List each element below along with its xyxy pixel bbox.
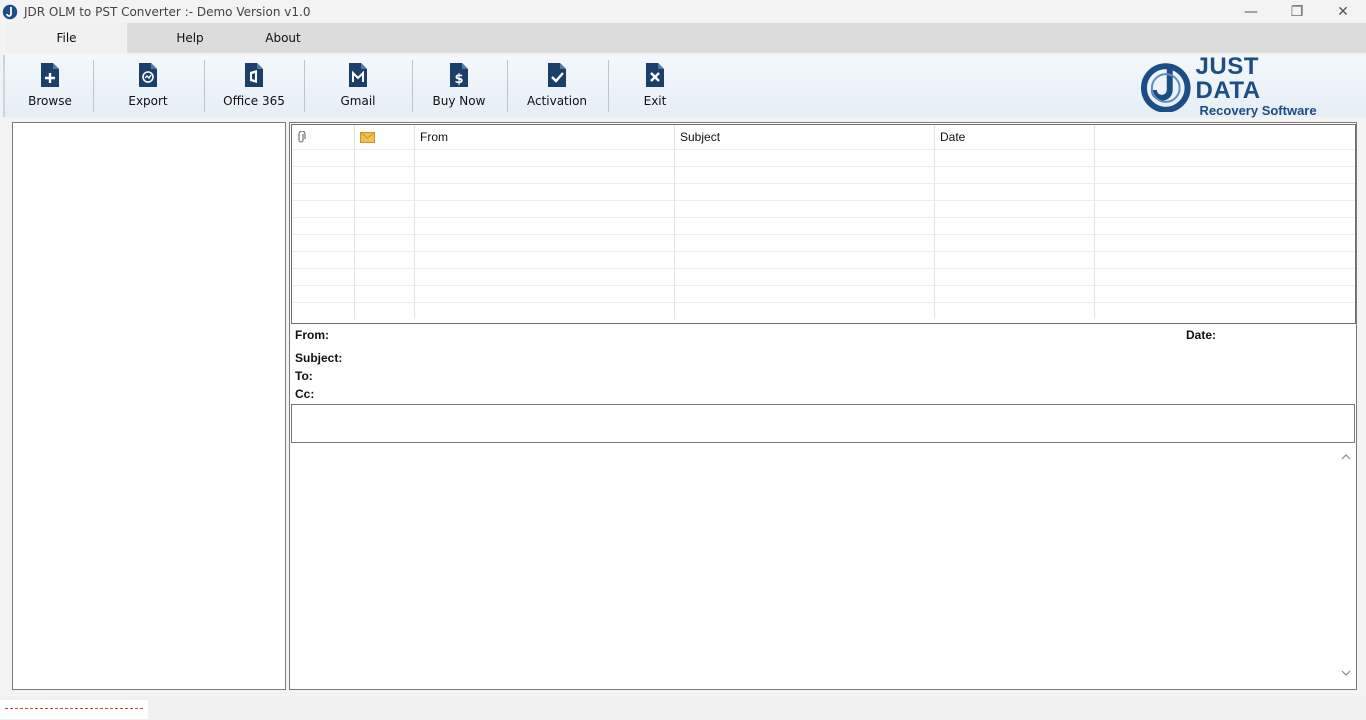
toolbar-separator — [412, 60, 413, 112]
file-export-icon — [139, 63, 157, 87]
company-logo: JUST DATA Recovery Software — [1140, 54, 1330, 118]
table-row[interactable] — [292, 149, 1355, 166]
minimize-button[interactable]: — — [1228, 0, 1274, 23]
buy-now-button[interactable]: $ Buy Now — [429, 55, 489, 117]
message-body-scrollbar[interactable] — [1338, 449, 1354, 681]
column-attachment[interactable] — [292, 125, 355, 149]
column-extra — [1095, 125, 1355, 149]
logo-title: JUST DATA — [1195, 52, 1261, 104]
grid-header: From Subject Date — [292, 125, 1355, 149]
table-row[interactable] — [292, 166, 1355, 183]
close-icon — [646, 63, 664, 87]
check-icon — [548, 63, 566, 87]
attachments-box[interactable] — [291, 404, 1355, 443]
table-row[interactable] — [292, 234, 1355, 251]
folder-tree-panel[interactable] — [12, 122, 286, 690]
gmail-button[interactable]: Gmail — [331, 55, 385, 117]
toolbar-separator — [93, 60, 94, 112]
scroll-down-icon[interactable] — [1338, 665, 1354, 681]
window-controls: — ❐ ✕ — [1228, 0, 1366, 23]
browse-button[interactable]: Browse — [23, 55, 77, 117]
toolbar-separator — [204, 60, 205, 112]
activation-label: Activation — [526, 94, 588, 108]
file-plus-icon — [41, 63, 59, 87]
table-row[interactable] — [292, 285, 1355, 302]
browse-label: Browse — [28, 94, 72, 108]
paperclip-icon — [298, 131, 306, 143]
office365-button[interactable]: Office 365 — [223, 55, 285, 117]
scroll-up-icon[interactable] — [1338, 449, 1354, 465]
table-row[interactable] — [292, 217, 1355, 234]
logo-subtitle: Recovery Software — [1199, 102, 1317, 118]
title-bar: JDR OLM to PST Converter :- Demo Version… — [0, 0, 1366, 23]
status-progress-field — [0, 700, 148, 719]
status-bar — [0, 697, 1366, 720]
exit-label: Exit — [643, 94, 667, 108]
to-label: To: — [295, 369, 313, 383]
gmail-icon — [349, 63, 367, 87]
menu-about[interactable]: About — [253, 23, 313, 53]
close-window-button[interactable]: ✕ — [1320, 0, 1366, 23]
toolbar-separator — [304, 60, 305, 112]
table-row[interactable] — [292, 200, 1355, 217]
envelope-icon — [360, 131, 375, 143]
export-button[interactable]: Export — [121, 55, 175, 117]
message-list-grid[interactable]: From Subject Date — [291, 124, 1356, 324]
menu-file[interactable]: File — [6, 23, 127, 53]
column-from[interactable]: From — [415, 125, 675, 149]
menu-bar: File Help About — [6, 23, 1366, 53]
status-dashed-line — [5, 708, 143, 709]
buy-now-label: Buy Now — [432, 94, 486, 108]
table-row[interactable] — [292, 302, 1355, 319]
dollar-icon: $ — [450, 63, 468, 87]
app-logo-icon — [2, 4, 18, 19]
column-date[interactable]: Date — [935, 125, 1095, 149]
menu-help[interactable]: Help — [127, 23, 253, 53]
office365-icon — [245, 63, 263, 87]
from-label: From: — [295, 328, 329, 342]
toolbar-separator — [507, 60, 508, 112]
restore-button[interactable]: ❐ — [1274, 0, 1320, 23]
cc-label: Cc: — [295, 387, 315, 401]
subject-label: Subject: — [295, 351, 343, 365]
svg-text:$: $ — [454, 72, 463, 87]
window-title: JDR OLM to PST Converter :- Demo Version… — [24, 4, 311, 19]
table-row[interactable] — [292, 251, 1355, 268]
toolbar: Browse Export Office 365 Gmail $ Buy Now… — [3, 54, 1366, 118]
column-read-status[interactable] — [355, 125, 415, 149]
column-subject[interactable]: Subject — [675, 125, 935, 149]
table-row[interactable] — [292, 268, 1355, 285]
office365-label: Office 365 — [223, 94, 285, 108]
toolbar-separator — [608, 60, 609, 112]
gmail-label: Gmail — [340, 94, 376, 108]
message-area: From Subject Date From: Date: Subject: T… — [289, 122, 1357, 690]
grid-body — [292, 149, 1355, 323]
date-label: Date: — [1186, 328, 1217, 342]
export-label: Export — [128, 94, 168, 108]
activation-button[interactable]: Activation — [525, 55, 589, 117]
table-row[interactable] — [292, 183, 1355, 200]
logo-mark-icon — [1140, 63, 1191, 112]
exit-button[interactable]: Exit — [635, 55, 675, 117]
